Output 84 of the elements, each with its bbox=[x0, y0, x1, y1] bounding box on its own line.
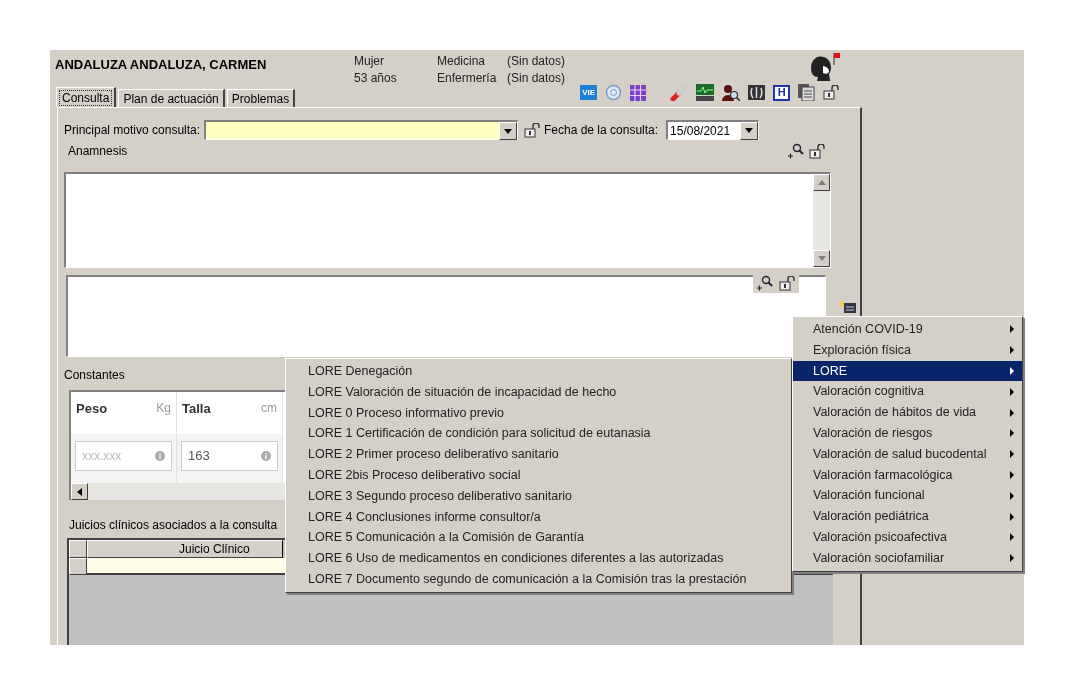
anamnesis-textarea[interactable] bbox=[64, 172, 831, 268]
submenu-item[interactable]: LORE 2bis Proceso deliberativo social bbox=[286, 465, 791, 486]
constantes-label: Constantes bbox=[64, 367, 125, 384]
submenu-arrow-icon bbox=[1010, 450, 1014, 459]
menu-item[interactable]: Atención COVID-19 bbox=[793, 319, 1022, 340]
documents-icon[interactable] bbox=[798, 84, 816, 101]
submenu-item[interactable]: LORE 3 Segundo proceso deliberativo sanitario bbox=[286, 485, 791, 507]
padlock-icon[interactable] bbox=[823, 85, 841, 100]
caret-down-icon bbox=[504, 128, 512, 134]
submenu-arrow-icon bbox=[1010, 387, 1014, 396]
card-icon[interactable] bbox=[838, 299, 856, 313]
motivo-label: Principal motivo consulta: bbox=[64, 122, 202, 139]
vie-icon[interactable]: VIE bbox=[580, 85, 598, 100]
scroll-left-icon[interactable] bbox=[77, 487, 82, 496]
juicios-label: Juicios clínicos asociados a la consulta bbox=[69, 517, 278, 534]
menu-item[interactable]: Valoración de salud bucodental bbox=[793, 443, 1022, 465]
fecha-combobox[interactable]: 15/08/2021 bbox=[666, 120, 760, 140]
motivo-combobox[interactable] bbox=[204, 120, 518, 140]
constant-name: Peso bbox=[76, 400, 108, 418]
submenu-item[interactable]: LORE 0 Proceso informativo previo bbox=[286, 402, 791, 424]
scroll-up-icon[interactable] bbox=[817, 180, 826, 185]
submenu-item[interactable]: LORE Valoración de situación de incapacidad de hecho bbox=[286, 381, 791, 403]
submenu-arrow-icon bbox=[1010, 470, 1014, 479]
submenu-arrow-icon bbox=[1010, 325, 1014, 334]
xray-icon[interactable] bbox=[748, 85, 766, 100]
tab[interactable]: Consulta bbox=[56, 87, 117, 107]
submenu-item[interactable]: LORE 6 Uso de medicamentos en condiciones diferentes a las autorizadas bbox=[286, 548, 791, 569]
submenu-arrow-icon bbox=[1010, 533, 1014, 542]
caret-down-icon bbox=[745, 128, 754, 133]
submenu-item[interactable]: LORE Denegación bbox=[286, 361, 791, 382]
patient-age: 53 años bbox=[354, 70, 398, 87]
row-header-cell[interactable] bbox=[69, 558, 87, 575]
submenu-arrow-icon bbox=[1010, 408, 1014, 417]
menu-item[interactable]: Valoración psicoafectiva bbox=[793, 526, 1022, 548]
constant-unit: Kg bbox=[156, 400, 171, 417]
patient-sex: Mujer bbox=[354, 53, 385, 70]
service-status: (Sin datos) bbox=[507, 53, 566, 70]
column-header[interactable]: Juicio Clínico bbox=[87, 540, 283, 558]
dropdown-button[interactable] bbox=[499, 122, 517, 140]
constant-unit: cm bbox=[261, 400, 277, 417]
submenu-arrow-icon bbox=[1010, 429, 1014, 438]
menu-item[interactable]: Valoración cognitiva bbox=[793, 381, 1022, 403]
hospital-icon[interactable]: H bbox=[773, 84, 791, 101]
submenu-item[interactable]: LORE 4 Conclusiones informe consultor/a bbox=[286, 506, 791, 528]
submenu-arrow-icon bbox=[1010, 367, 1014, 375]
padlock-icon[interactable] bbox=[809, 143, 826, 159]
menu-item[interactable]: Valoración de riesgos bbox=[793, 423, 1022, 444]
padlock-icon[interactable] bbox=[524, 122, 541, 138]
menu-item[interactable]: Valoración farmacológica bbox=[793, 464, 1022, 486]
menu-item[interactable]: Valoración funcional bbox=[793, 485, 1022, 507]
constant-input[interactable]: 163 bbox=[181, 441, 278, 471]
submenu-arrow-icon bbox=[1010, 512, 1014, 521]
service-status: (Sin datos) bbox=[507, 70, 566, 87]
tab[interactable]: Problemas bbox=[226, 89, 296, 107]
scroll-down-icon[interactable] bbox=[817, 256, 826, 261]
menu-item[interactable]: Valoración de hábitos de vida bbox=[793, 402, 1022, 423]
vertical-scrollbar[interactable] bbox=[813, 174, 830, 267]
submenu-arrow-icon bbox=[1010, 554, 1014, 563]
service-name: Medicina bbox=[437, 53, 487, 70]
submenu-item[interactable]: LORE 7 Documento segundo de comunicación a la Comisión tras la prestación bbox=[286, 568, 791, 590]
anamnesis-label: Anamnesis bbox=[68, 143, 128, 160]
menu-item[interactable]: Exploración física bbox=[793, 339, 1022, 361]
service-name: Enfermería bbox=[437, 70, 498, 87]
tab[interactable]: Plan de actuación bbox=[118, 89, 225, 107]
zoom-in-icon[interactable] bbox=[787, 143, 804, 159]
fecha-label: Fecha de la consulta: bbox=[544, 122, 659, 139]
pill-icon[interactable] bbox=[670, 84, 689, 101]
patient-name: ANDALUZA ANDALUZA, CARMEN bbox=[55, 56, 268, 74]
grid-icon[interactable] bbox=[630, 84, 647, 101]
zoom-in-icon[interactable] bbox=[756, 275, 773, 291]
menu-item[interactable]: Valoración pediátrica bbox=[793, 506, 1022, 527]
submenu-item[interactable]: LORE 1 Certificación de condición para solicitud de eutanasia bbox=[286, 423, 791, 445]
menu-item[interactable]: Valoración sociofamiliar bbox=[793, 547, 1022, 569]
person-search-icon[interactable] bbox=[722, 84, 741, 101]
submenu-arrow-icon bbox=[1010, 491, 1014, 500]
dropdown-button[interactable] bbox=[740, 121, 759, 140]
submenu-item[interactable]: LORE 5 Comunicación a la Comisión de Garantía bbox=[286, 527, 791, 549]
constant-name: Talla bbox=[182, 400, 211, 418]
padlock-icon[interactable] bbox=[779, 275, 796, 291]
submenu-item[interactable]: LORE 2 Primer proceso deliberativo sanitario bbox=[286, 444, 791, 465]
menu-item[interactable]: LORE bbox=[793, 360, 1022, 382]
monitor-icon[interactable] bbox=[696, 84, 715, 101]
submenu-arrow-icon bbox=[1010, 346, 1014, 355]
corner-header-cell[interactable] bbox=[69, 540, 87, 558]
